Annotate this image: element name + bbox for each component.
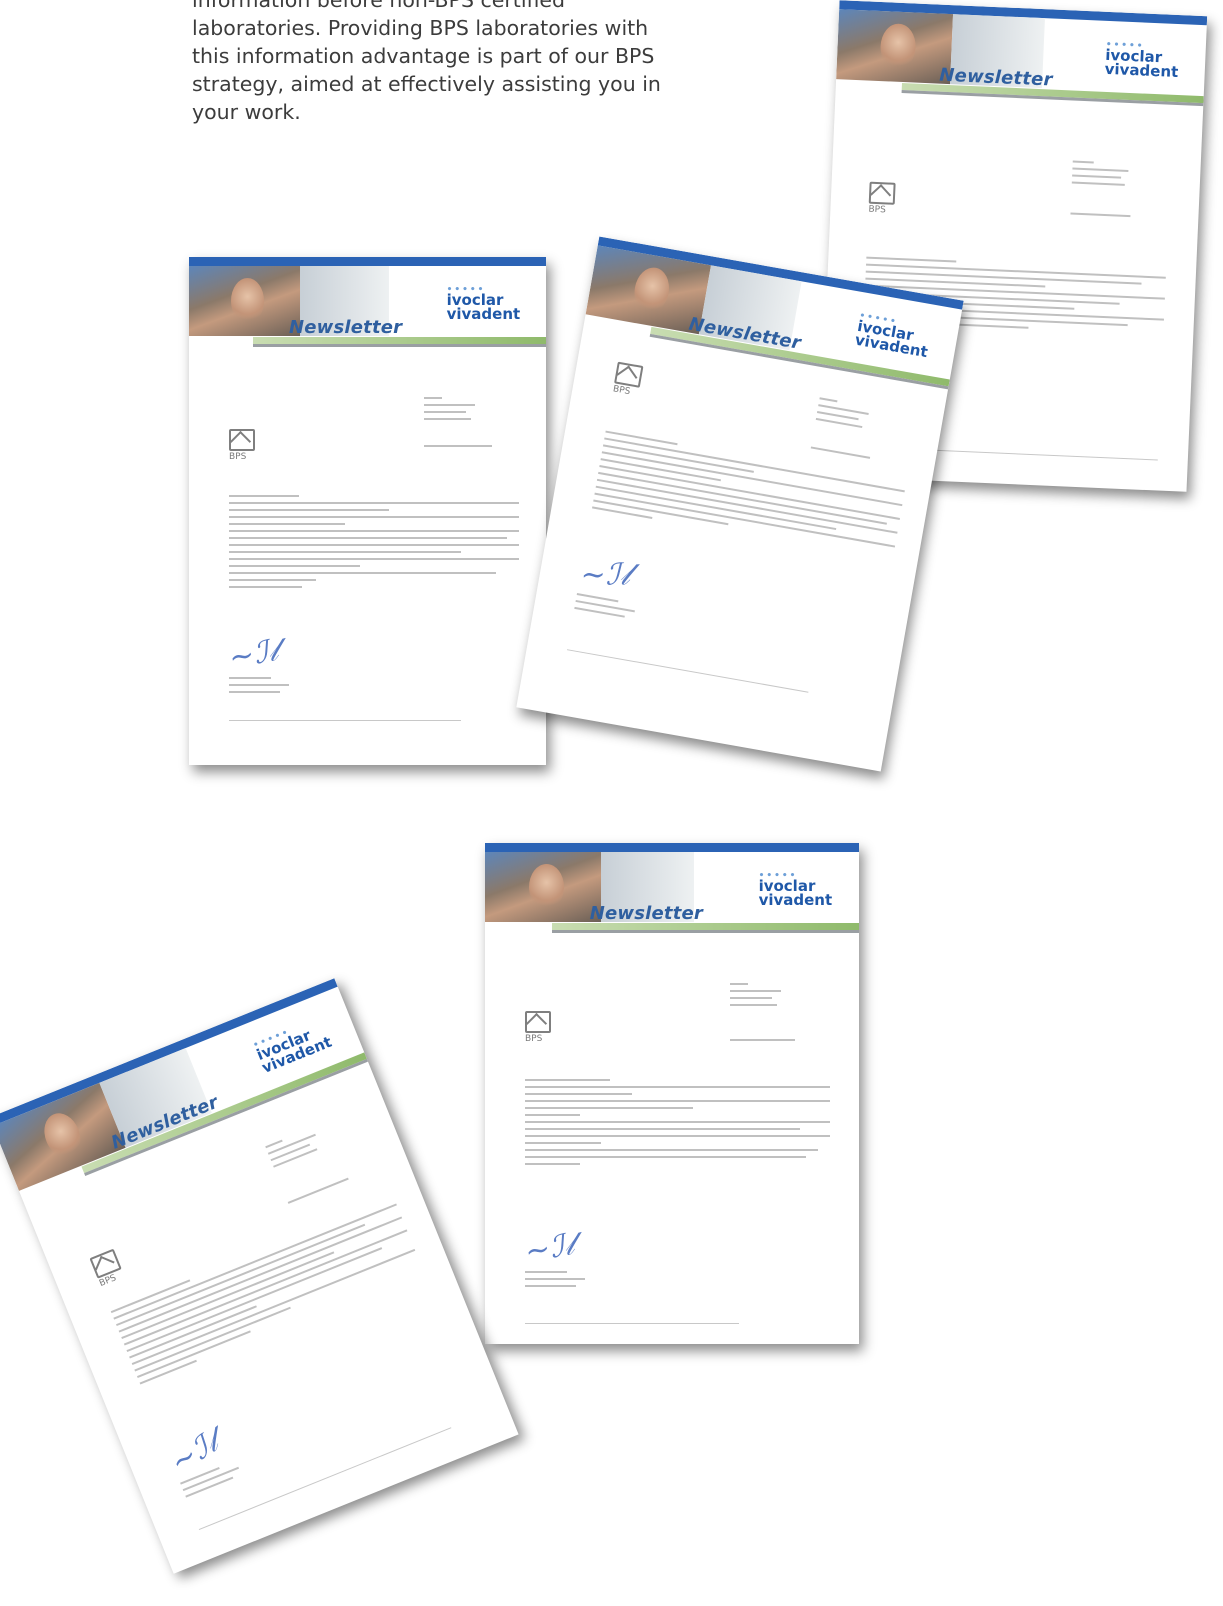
bps-logo: BPS <box>229 429 255 462</box>
signatory <box>229 677 289 698</box>
recipient-address <box>1071 160 1143 192</box>
bps-logo: BPS <box>868 181 896 215</box>
bps-label: BPS <box>868 204 886 216</box>
header-band <box>189 257 546 266</box>
signature: ~ℐ𝓁 <box>226 632 281 677</box>
letter-date <box>730 1039 795 1046</box>
bps-logo: BPS <box>89 1248 122 1289</box>
newsletter-sheet-middle-center: Newsletter ••••• ivoclar vivadent BPS ~ℐ… <box>516 236 964 772</box>
header-rule <box>552 930 859 933</box>
signature: ~ℐ𝓁 <box>580 557 630 593</box>
intro-line-4: strategy, aimed at effectively assisting… <box>192 72 661 96</box>
letter-body <box>229 495 519 593</box>
logo-line-2: vivadent <box>446 305 521 323</box>
bps-house-icon <box>229 429 255 451</box>
logo-line-2: vivadent <box>758 891 833 909</box>
ivoclar-vivadent-logo: ••••• ivoclar vivadent <box>854 311 936 361</box>
recipient-address <box>815 397 879 435</box>
newsletter-sheet-middle-left: Newsletter ••••• ivoclar vivadent BPS ~ℐ… <box>189 257 546 765</box>
bps-label: BPS <box>229 452 247 462</box>
header-rule <box>253 344 546 347</box>
header-photo <box>836 9 954 85</box>
bps-logo: BPS <box>525 1011 551 1044</box>
signature: ~ℐ𝓁 <box>522 1226 577 1271</box>
recipient-address <box>730 983 790 1011</box>
letter-date <box>424 445 492 452</box>
logo-dots-icon: ••••• <box>758 871 798 881</box>
letter-body <box>525 1079 830 1170</box>
header-stripe <box>253 337 546 344</box>
intro-line-2: laboratories. Providing BPS laboratories… <box>192 16 649 40</box>
bps-label: BPS <box>525 1034 543 1044</box>
bps-house-icon <box>614 361 644 388</box>
newsletter-sheet-bottom-right: Newsletter ••••• ivoclar vivadent BPS ~ℐ… <box>485 843 859 1344</box>
letter-date <box>287 1177 351 1209</box>
newsletter-title: Newsletter <box>288 317 403 338</box>
logo-line-2: vivadent <box>1104 59 1179 82</box>
footer-rule <box>566 649 809 693</box>
letter-date <box>1070 212 1131 222</box>
letter-date <box>810 446 871 463</box>
recipient-address <box>424 397 484 425</box>
footer-rule <box>229 720 461 721</box>
signatory <box>525 1271 585 1292</box>
header-band <box>485 843 859 852</box>
intro-line-5: your work. <box>192 100 301 124</box>
letter-body <box>110 1197 425 1389</box>
bps-house-icon <box>525 1011 551 1033</box>
header-photo <box>485 852 601 922</box>
header-stripe <box>552 923 859 930</box>
signatory <box>573 593 636 624</box>
logo-dots-icon: ••••• <box>1105 39 1145 52</box>
intro-line-3: this information advantage is part of ou… <box>192 44 655 68</box>
ivoclar-vivadent-logo: ••••• ivoclar vivadent <box>758 871 837 909</box>
intro-text: information before non-BPS certified lab… <box>192 0 692 126</box>
intro-line-1: information before non-BPS certified <box>192 0 566 12</box>
newsletter-sheet-bottom-left: Newsletter ••••• ivoclar vivadent BPS ~ℐ… <box>0 978 519 1574</box>
letter-body <box>591 430 906 567</box>
footer-rule <box>525 1323 739 1324</box>
bps-logo: BPS <box>612 361 644 397</box>
ivoclar-vivadent-logo: ••••• ivoclar vivadent <box>446 285 525 323</box>
logo-dots-icon: ••••• <box>446 285 486 295</box>
ivoclar-vivadent-logo: ••••• ivoclar vivadent <box>1104 40 1183 82</box>
bps-house-icon <box>868 181 896 205</box>
newsletter-title: Newsletter <box>589 903 704 924</box>
header-photo <box>189 266 300 336</box>
recipient-address <box>265 1124 331 1172</box>
